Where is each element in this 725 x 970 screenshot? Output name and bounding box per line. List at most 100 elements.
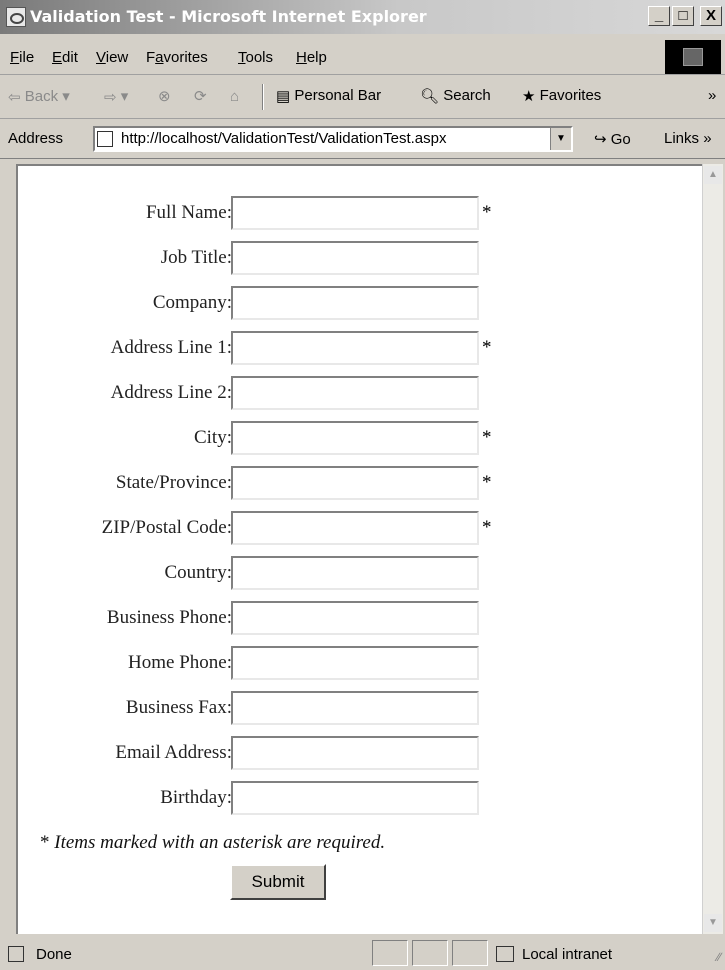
form-row-full-name: Full Name: * <box>18 196 704 236</box>
business-fax-input[interactable] <box>231 691 479 725</box>
page-content: Full Name: * Job Title: Company: Address… <box>16 164 702 934</box>
birthday-label: Birthday: <box>160 787 232 808</box>
favorites-icon: ★ <box>522 88 536 106</box>
links-button[interactable]: Links » <box>664 130 712 147</box>
required-note-text: Items marked with an asterisk are requir… <box>54 832 386 853</box>
status-panel <box>452 940 488 966</box>
stop-button[interactable]: ⊗ <box>158 87 171 105</box>
home-phone-input[interactable] <box>231 646 479 680</box>
form-row-country: Country: <box>18 556 704 596</box>
intranet-zone-icon <box>496 946 514 962</box>
country-input[interactable] <box>231 556 479 590</box>
personal-bar-label: Personal Bar <box>294 87 382 104</box>
status-panel <box>412 940 448 966</box>
maximize-button[interactable]: □ <box>672 6 694 26</box>
address-dropdown-icon[interactable]: ▼ <box>550 128 571 150</box>
menu-tools[interactable]: Tools <box>238 49 273 66</box>
job-title-input[interactable] <box>231 241 479 275</box>
menu-file-hotkey: F <box>10 49 20 66</box>
status-text: Done <box>36 946 72 963</box>
menu-edit-hotkey: E <box>52 49 63 66</box>
minimize-button[interactable]: _ <box>648 6 670 26</box>
form-row-company: Company: <box>18 286 704 326</box>
window-title: Validation Test - Microsoft Internet Exp… <box>30 7 427 26</box>
stop-icon: ⊗ <box>158 88 171 106</box>
job-title-label: Job Title: <box>160 247 232 268</box>
address-url: http://localhost/ValidationTest/Validati… <box>121 130 447 147</box>
form-row-birthday: Birthday: <box>18 781 704 821</box>
zip-postal-code-label: ZIP/Postal Code: <box>101 517 232 538</box>
links-label: Links <box>664 130 700 147</box>
links-chevron: » <box>703 130 712 147</box>
form-row-state-province: State/Province: * <box>18 466 704 506</box>
resize-grip-icon[interactable]: ∕∕ <box>717 950 721 964</box>
form-row-business-fax: Business Fax: <box>18 691 704 731</box>
windows-logo-icon <box>665 40 721 74</box>
birthday-input[interactable] <box>231 781 479 815</box>
address-line-2-input[interactable] <box>231 376 479 410</box>
toolbar-chevron[interactable]: » <box>708 87 716 104</box>
go-label: Go <box>610 131 631 148</box>
required-marker: * <box>482 517 492 538</box>
city-input[interactable] <box>231 421 479 455</box>
address-line-2-label: Address Line 2: <box>110 382 232 403</box>
email-address-input[interactable] <box>231 736 479 770</box>
address-label: Address <box>8 130 64 147</box>
required-marker: * <box>482 202 492 223</box>
toolbar-separator <box>262 84 264 110</box>
vertical-scrollbar[interactable]: ▲ ▼ <box>702 164 723 934</box>
city-label: City: <box>193 427 232 448</box>
menu-favorites[interactable]: Favorites <box>146 49 208 66</box>
form-row-address-line-2: Address Line 2: <box>18 376 704 416</box>
full-name-input[interactable] <box>231 196 479 230</box>
status-panel <box>372 940 408 966</box>
page-icon <box>97 131 113 147</box>
search-icon: 🔍︎ <box>420 88 440 106</box>
zip-postal-code-input[interactable] <box>231 511 479 545</box>
go-button[interactable]: ↪ Go <box>594 130 631 148</box>
business-phone-input[interactable] <box>231 601 479 635</box>
menu-help-hotkey: H <box>296 49 307 66</box>
refresh-button[interactable]: ⟳ <box>194 87 207 105</box>
full-name-label: Full Name: <box>145 202 232 223</box>
home-phone-label: Home Phone: <box>128 652 232 673</box>
favorites-button[interactable]: ★ Favorites <box>522 87 601 105</box>
form-row-email-address: Email Address: <box>18 736 704 776</box>
address-line-1-input[interactable] <box>231 331 479 365</box>
scroll-up-icon[interactable]: ▲ <box>704 166 722 184</box>
country-label: Country: <box>164 562 232 583</box>
form-row-city: City: * <box>18 421 704 461</box>
home-button[interactable]: ⌂ <box>230 87 239 105</box>
personal-bar-icon: ▤ <box>276 88 291 106</box>
menu-view-hotkey: V <box>96 49 106 66</box>
menu-bar: File Edit View Favorites Tools Help <box>0 40 725 75</box>
back-button[interactable]: ⇦ Back ▾ <box>8 87 70 106</box>
required-note: * Items marked with an asterisk are requ… <box>40 832 385 854</box>
forward-button[interactable]: ⇨ ▾ <box>104 87 128 106</box>
back-arrow-icon: ⇦ <box>8 89 21 107</box>
menu-view[interactable]: View <box>96 49 128 66</box>
state-province-input[interactable] <box>231 466 479 500</box>
page-done-icon <box>8 946 24 962</box>
required-marker: * <box>482 337 492 358</box>
status-bar: Done Local intranet ∕∕ <box>0 936 725 970</box>
personal-bar-button[interactable]: ▤ Personal Bar <box>276 87 381 105</box>
form-row-home-phone: Home Phone: <box>18 646 704 686</box>
forward-dropdown-icon: ▾ <box>120 88 129 105</box>
business-phone-label: Business Phone: <box>106 607 232 628</box>
submit-button[interactable]: Submit <box>230 864 326 900</box>
scroll-down-icon[interactable]: ▼ <box>704 914 722 932</box>
close-button[interactable]: X <box>700 6 722 26</box>
form-row-job-title: Job Title: <box>18 241 704 281</box>
menu-help[interactable]: Help <box>296 49 327 66</box>
menu-file[interactable]: File <box>10 49 34 66</box>
standard-toolbar: ⇦ Back ▾ ⇨ ▾ ⊗ ⟳ ⌂ ▤ Personal Bar 🔍︎ Sea… <box>0 76 725 119</box>
search-label: Search <box>443 87 491 104</box>
company-input[interactable] <box>231 286 479 320</box>
ie-icon <box>6 7 26 27</box>
browser-window: Validation Test - Microsoft Internet Exp… <box>0 0 725 970</box>
address-input[interactable]: http://localhost/ValidationTest/Validati… <box>93 126 573 152</box>
search-button[interactable]: 🔍︎ Search <box>420 87 491 105</box>
menu-edit[interactable]: Edit <box>52 49 78 66</box>
required-marker: * <box>482 472 492 493</box>
